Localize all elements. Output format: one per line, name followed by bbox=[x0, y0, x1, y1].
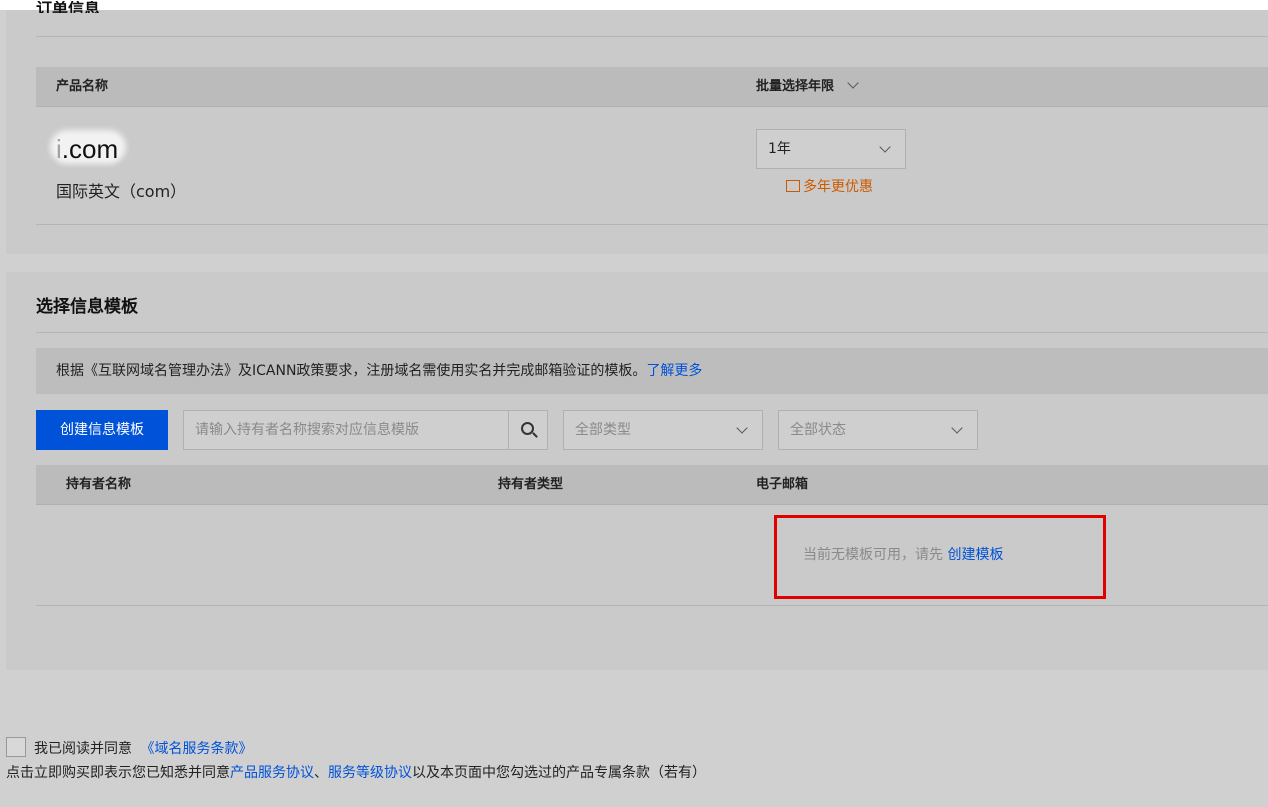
type-filter-value: 全部类型 bbox=[575, 422, 631, 438]
policy-notice: 根据《互联网域名管理办法》及ICANN政策要求，注册域名需使用实名并完成邮箱验证… bbox=[36, 348, 1268, 394]
gift-icon bbox=[786, 180, 800, 192]
template-table-header: 持有者名称 持有者类型 电子邮箱 bbox=[36, 465, 1268, 505]
col-holder: 持有者名称 bbox=[66, 477, 132, 492]
chevron-down-icon bbox=[736, 422, 748, 434]
col-holder-type: 持有者类型 bbox=[498, 477, 564, 492]
promo-link[interactable]: 多年更优惠 bbox=[786, 176, 873, 196]
legal-notice: 点击立即购买即表示您已知悉并同意产品服务协议、服务等级协议以及本页面中您勾选过的… bbox=[6, 762, 706, 782]
learn-more-link[interactable]: 了解更多 bbox=[646, 363, 702, 379]
holder-search-input[interactable]: 请输入持有者名称搜索对应信息模版 bbox=[183, 410, 509, 450]
promo-text: 多年更优惠 bbox=[803, 179, 873, 195]
col-email: 电子邮箱 bbox=[756, 477, 809, 492]
col-years-label: 批量选择年限 bbox=[756, 79, 835, 94]
order-panel: 订单信息 产品名称 批量选择年限 i.com 国际英文（com） 1年 多年更优… bbox=[6, 1, 1268, 254]
status-filter-value: 全部状态 bbox=[790, 422, 846, 438]
chevron-down-icon bbox=[951, 422, 963, 434]
policy-notice-text: 根据《互联网域名管理办法》及ICANN政策要求，注册域名需使用实名并完成邮箱验证… bbox=[56, 363, 647, 379]
legal-sep: 、 bbox=[314, 765, 328, 781]
domain-type: 国际英文（com） bbox=[56, 182, 187, 201]
col-years[interactable]: 批量选择年限 bbox=[756, 67, 859, 107]
status-filter-select[interactable]: 全部状态 bbox=[778, 410, 978, 450]
service-agreement-link[interactable]: 产品服务协议 bbox=[230, 765, 314, 781]
template-divider bbox=[36, 332, 1268, 333]
order-title: 订单信息 bbox=[36, 1, 101, 13]
template-panel: 选择信息模板 根据《互联网域名管理办法》及ICANN政策要求，注册域名需使用实名… bbox=[6, 272, 1268, 670]
chevron-down-icon bbox=[879, 141, 891, 153]
highlight-box bbox=[774, 515, 1106, 599]
top-strip bbox=[0, 0, 1268, 10]
domain-name: i.com bbox=[56, 134, 118, 165]
agree-checkbox[interactable] bbox=[6, 737, 26, 757]
order-row-divider bbox=[36, 224, 1268, 225]
search-icon-handle bbox=[532, 432, 538, 438]
agree-label: 我已阅读并同意 《域名服务条款》 bbox=[34, 738, 252, 758]
type-filter-select[interactable]: 全部类型 bbox=[563, 410, 763, 450]
domain-prefix: i bbox=[56, 134, 62, 164]
terms-link[interactable]: 《域名服务条款》 bbox=[140, 741, 252, 757]
template-row-divider bbox=[36, 605, 1268, 606]
years-select[interactable]: 1年 bbox=[756, 129, 906, 169]
years-select-value: 1年 bbox=[768, 141, 791, 157]
chevron-down-icon bbox=[846, 77, 859, 89]
create-template-button[interactable]: 创建信息模板 bbox=[36, 410, 168, 450]
search-button[interactable] bbox=[508, 410, 548, 450]
order-divider bbox=[36, 36, 1268, 37]
legal-suffix: 以及本页面中您勾选过的产品专属条款（若有） bbox=[412, 765, 706, 781]
col-product: 产品名称 bbox=[56, 79, 109, 94]
sla-link[interactable]: 服务等级协议 bbox=[328, 765, 412, 781]
template-title: 选择信息模板 bbox=[36, 297, 138, 317]
legal-prefix: 点击立即购买即表示您已知悉并同意 bbox=[6, 765, 230, 781]
agree-text: 我已阅读并同意 bbox=[34, 741, 132, 757]
domain-suffix: .com bbox=[61, 134, 119, 164]
order-table-header: 产品名称 批量选择年限 bbox=[36, 67, 1268, 107]
